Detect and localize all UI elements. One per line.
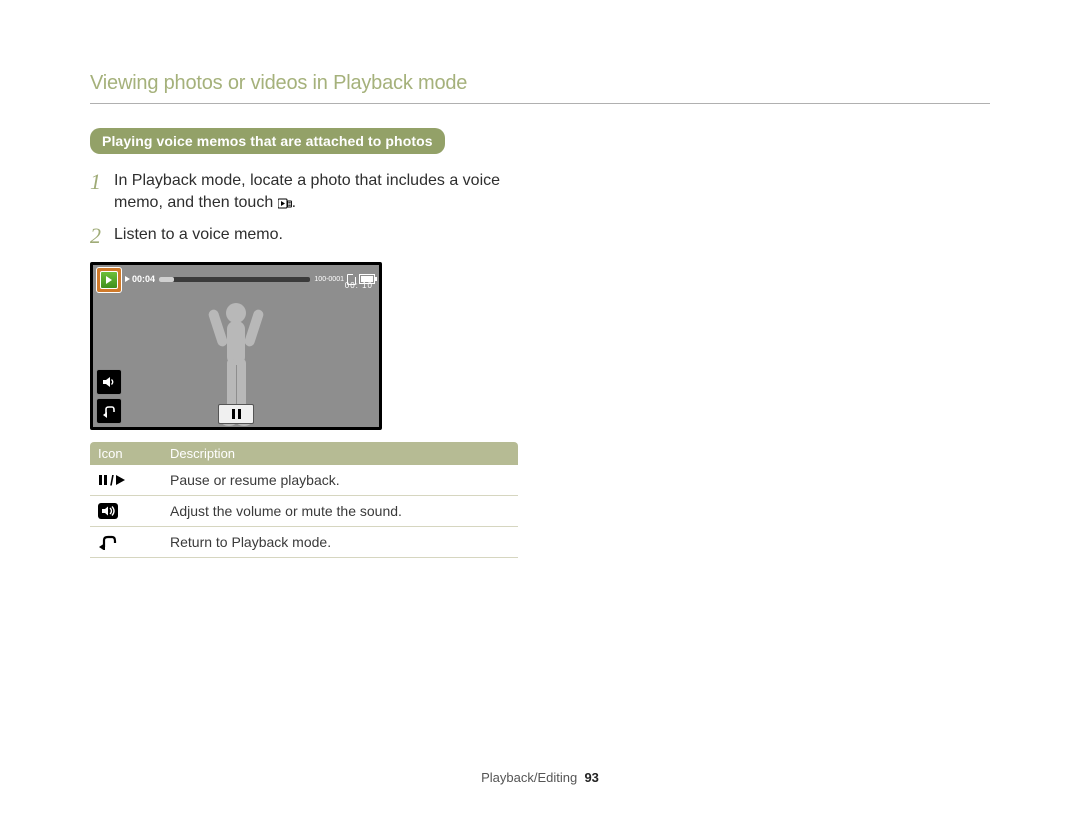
table-cell-desc: Pause or resume playback. [162,465,518,496]
icon-description-table: Icon Description / Pause or resume [90,442,518,558]
table-cell-desc: Return to Playback mode. [162,527,518,558]
elapsed-time: 00:04 [132,274,155,284]
memo-play-icon [278,198,292,209]
playback-screenshot: 00:04 100-0001 00: 10 [90,262,382,430]
step-number: 2 [90,224,114,248]
step-text-after: . [292,194,296,211]
volume-button[interactable] [96,369,122,395]
table-cell-desc: Adjust the volume or mute the sound. [162,496,518,527]
step-text: In Playback mode, locate a photo that in… [114,170,550,214]
progress-bar[interactable] [159,277,310,282]
table-row: Adjust the volume or mute the sound. [90,496,518,527]
pause-button[interactable] [218,404,254,424]
table-header-icon: Icon [90,442,162,465]
play-indicator-icon [125,276,130,282]
svg-text:/: / [110,473,114,487]
file-number-label: 100-0001 [314,276,344,283]
page-footer: Playback/Editing 93 [0,770,1080,785]
step-text-before: In Playback mode, locate a photo that in… [114,172,500,211]
return-button[interactable] [96,398,122,424]
return-icon [98,534,154,550]
volume-icon [98,503,154,519]
title-rule [90,103,990,104]
table-row: Return to Playback mode. [90,527,518,558]
step-text: Listen to a voice memo. [114,224,283,246]
steps-list: 1 In Playback mode, locate a photo that … [90,170,550,248]
table-row: / Pause or resume playback. [90,465,518,496]
footer-page-number: 93 [584,770,598,785]
playback-topbar: 00:04 100-0001 [93,265,379,293]
pause-play-icon: / [98,473,154,487]
step-text-before: Listen to a voice memo. [114,226,283,243]
page-title: Viewing photos or videos in Playback mod… [90,72,990,95]
section-heading-pill: Playing voice memos that are attached to… [90,128,445,154]
table-header-desc: Description [162,442,518,465]
total-time: 00: 10 [345,281,373,290]
playback-thumbnail-button[interactable] [96,267,122,293]
step-2: 2 Listen to a voice memo. [90,224,550,248]
footer-section: Playback/Editing [481,770,577,785]
step-1: 1 In Playback mode, locate a photo that … [90,170,550,214]
step-number: 1 [90,170,114,194]
